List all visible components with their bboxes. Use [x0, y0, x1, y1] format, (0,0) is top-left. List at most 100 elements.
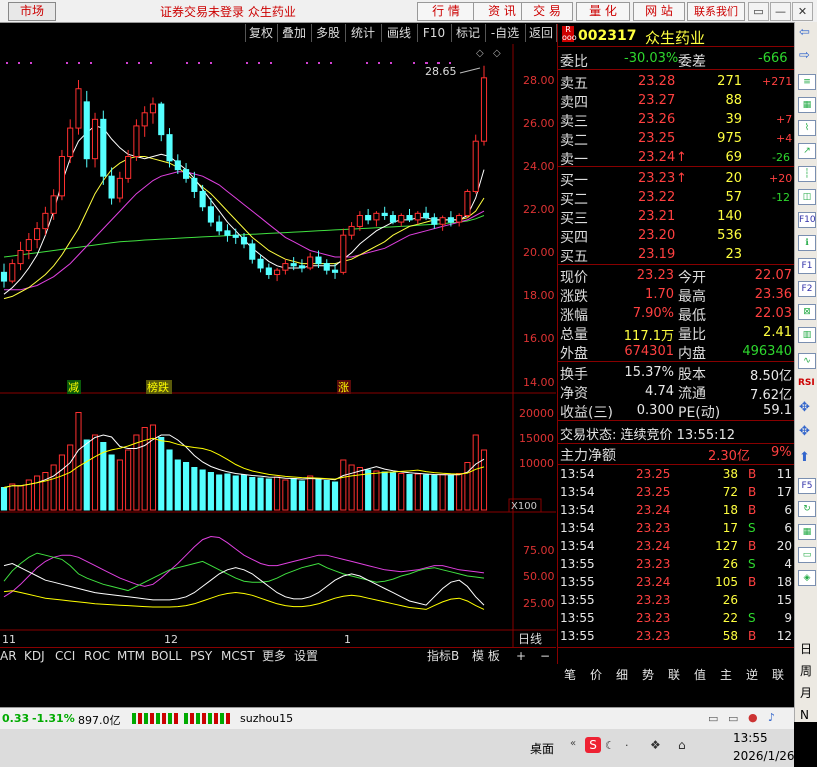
kline-chart[interactable]: 28.00 26.00 24.00 22.00 20.00 18.00 16.0… — [0, 44, 556, 648]
candle-body[interactable] — [282, 263, 289, 271]
close-icon[interactable]: ✕ — [792, 2, 813, 21]
window-icon[interactable]: ▭ — [798, 547, 816, 563]
tab-more[interactable]: 更多 — [262, 649, 286, 664]
multi-stock-button[interactable]: 多股 — [311, 24, 344, 42]
event-label[interactable]: 涨 — [338, 381, 349, 394]
candle-body[interactable] — [290, 263, 297, 267]
detail-tab[interactable]: 值 — [694, 666, 706, 683]
candle-body[interactable] — [133, 125, 140, 158]
bid-price[interactable]: 23.19 — [638, 247, 675, 262]
candle-body[interactable] — [265, 267, 272, 276]
nav-website-button[interactable]: 网 站 — [633, 2, 685, 21]
f10-icon[interactable]: F10 — [798, 212, 816, 228]
candle-body[interactable] — [323, 263, 330, 271]
f2-icon[interactable]: F2 — [798, 281, 816, 297]
restore-rights-button[interactable]: 复权 — [245, 24, 276, 42]
dot-icon[interactable]: · — [625, 739, 629, 752]
candle-body[interactable] — [75, 88, 82, 129]
candle-body[interactable] — [83, 101, 90, 160]
detail-tab[interactable]: 联 — [668, 666, 680, 683]
period-month-button[interactable]: 月 — [800, 684, 812, 701]
candle-body[interactable] — [274, 269, 281, 276]
candle-body[interactable] — [480, 77, 488, 142]
candle-body[interactable] — [191, 177, 198, 192]
candle-body[interactable] — [315, 256, 322, 265]
window-icon[interactable]: ▭ — [728, 712, 738, 725]
candle-body[interactable] — [373, 212, 380, 221]
event-label[interactable]: 榜跌 — [147, 380, 169, 394]
candle-body[interactable] — [216, 221, 223, 232]
watchlist-remove-button[interactable]: -自选 — [485, 24, 524, 42]
forward-arrow-icon[interactable]: ⇨ — [799, 48, 810, 63]
candle-body[interactable] — [240, 236, 248, 245]
kline-icon[interactable]: ┆ — [798, 166, 816, 182]
candle-body[interactable] — [91, 118, 99, 160]
detail-tab[interactable]: 联 — [772, 666, 784, 683]
candle-body[interactable] — [389, 215, 397, 223]
tab-roc[interactable]: ROC — [84, 649, 110, 664]
tab-psy[interactable]: PSY — [190, 649, 212, 664]
period-n-button[interactable]: N — [800, 708, 809, 722]
tab-settings[interactable]: 设置 — [294, 649, 318, 664]
refresh-icon[interactable]: ↻ — [798, 501, 816, 517]
ask-price[interactable]: 23.25 — [638, 131, 675, 146]
candle-body[interactable] — [381, 212, 388, 217]
detail-tab[interactable]: 细 — [616, 666, 628, 683]
candle-body[interactable] — [9, 263, 16, 282]
info-icon[interactable]: ℹ — [798, 235, 816, 251]
bid-price[interactable]: 23.22 — [638, 190, 675, 205]
candle-body[interactable] — [356, 215, 363, 227]
nav-quotes-button[interactable]: 行 情 — [417, 2, 475, 21]
candle-body[interactable] — [398, 215, 405, 223]
detail-tab[interactable]: 主 — [720, 666, 732, 683]
candle-body[interactable] — [50, 195, 57, 214]
statistics-button[interactable]: 统计 — [345, 24, 380, 42]
restore-icon[interactable]: ▭ — [748, 2, 769, 21]
period-daily-label[interactable]: 日线 — [518, 632, 542, 646]
candle-body[interactable] — [67, 127, 74, 158]
ime-icon[interactable]: S — [585, 737, 601, 753]
candle-body[interactable] — [423, 212, 430, 219]
compare-icon[interactable]: ◫ — [798, 189, 816, 205]
up-arrow-icon[interactable]: ⬆ — [799, 450, 810, 465]
ask-price[interactable]: 23.24 — [638, 150, 675, 165]
desktop-button[interactable]: 桌面 — [530, 740, 554, 757]
nav-contact-button[interactable]: 联系我们 — [687, 2, 745, 21]
f5-icon[interactable]: F5 — [798, 478, 816, 494]
grid-icon[interactable]: ▦ — [798, 97, 816, 113]
candle-body[interactable] — [166, 134, 173, 162]
period-day-button[interactable]: 日 — [800, 640, 812, 657]
ask-price[interactable]: 23.27 — [638, 93, 675, 108]
detail-tab[interactable]: 价 — [590, 666, 602, 683]
candle-body[interactable] — [406, 215, 413, 221]
tab-boll[interactable]: BOLL — [151, 649, 182, 664]
bid-price[interactable]: 23.23 — [638, 171, 675, 186]
bid-price[interactable]: 23.21 — [638, 209, 675, 224]
trend-icon[interactable]: ↗ — [798, 143, 816, 159]
nav-quant-button[interactable]: 量 化 — [576, 2, 630, 21]
alert-icon[interactable]: ● — [748, 711, 758, 724]
candle-body[interactable] — [100, 118, 107, 177]
market-button[interactable]: 市场 — [8, 2, 56, 21]
minimize-icon[interactable]: — — [770, 2, 791, 21]
tab-mcst[interactable]: MCST — [221, 649, 255, 664]
wave-icon[interactable]: ∿ — [798, 353, 816, 369]
candle-body[interactable] — [125, 156, 132, 179]
template-tab[interactable]: 模 板 — [472, 649, 500, 664]
candle-body[interactable] — [456, 215, 463, 223]
zoom-in-button[interactable]: + — [516, 649, 526, 664]
candle-body[interactable] — [0, 271, 8, 282]
f1-icon[interactable]: F1 — [798, 258, 816, 274]
candle-body[interactable] — [224, 230, 231, 236]
candle-body[interactable] — [174, 160, 181, 171]
grid2-icon[interactable]: ▦ — [798, 524, 816, 540]
navigate-icon[interactable]: ✥ — [799, 424, 810, 439]
candle-body[interactable] — [298, 265, 305, 269]
candle-body[interactable] — [307, 256, 314, 269]
back-arrow-icon[interactable]: ⇦ — [799, 25, 810, 40]
candle-body[interactable] — [439, 217, 446, 225]
candle-body[interactable] — [42, 212, 49, 230]
cube-icon[interactable]: ◈ — [798, 570, 816, 586]
candle-body[interactable] — [257, 258, 264, 269]
detail-tab[interactable]: 势 — [642, 666, 654, 683]
